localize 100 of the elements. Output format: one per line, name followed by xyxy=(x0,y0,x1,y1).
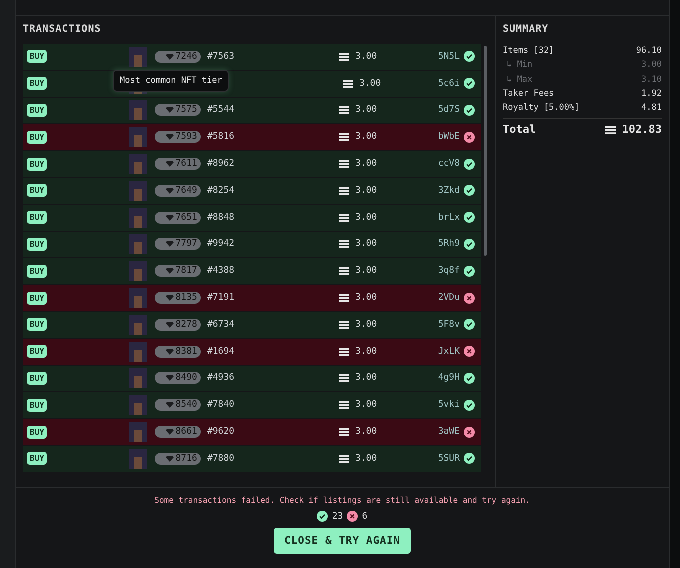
signature-link[interactable]: 5SUR xyxy=(438,454,460,464)
signature-link[interactable]: 5d7S xyxy=(438,105,460,116)
buy-tag: BUY xyxy=(27,345,48,358)
nft-thumbnail xyxy=(129,154,148,174)
nft-thumbnail xyxy=(129,314,148,335)
coin-icon xyxy=(339,106,350,114)
buy-tag: BUY xyxy=(27,452,48,466)
check-icon xyxy=(317,511,328,522)
summary-value: 96.10 xyxy=(636,46,662,56)
rank-pill: 8490 xyxy=(155,372,202,384)
gem-icon xyxy=(166,241,174,248)
summary-label: Royalty [5.00%] xyxy=(503,103,580,114)
coin-icon xyxy=(339,320,350,329)
rank-pill: 8278 xyxy=(155,318,202,331)
rank-pill: 7611 xyxy=(155,158,202,170)
nft-thumbnail xyxy=(129,368,148,388)
nft-thumbnail xyxy=(129,46,148,67)
gem-icon xyxy=(166,322,174,328)
mint-number: #5544 xyxy=(207,105,236,116)
mint-number: #1694 xyxy=(207,346,236,357)
nft-thumbnail xyxy=(129,100,148,120)
price: 3.00 xyxy=(339,346,378,357)
buy-tag: BUY xyxy=(27,184,48,198)
buy-tag: BUY xyxy=(27,318,48,332)
signature-link[interactable]: 5Rh9 xyxy=(438,239,460,250)
signature-link[interactable]: 3aWE xyxy=(438,427,460,438)
rank-pill: 8540 xyxy=(155,399,202,412)
buy-tag: BUY xyxy=(27,398,48,412)
buy-tag: BUY xyxy=(27,372,48,385)
mint-number: #9942 xyxy=(207,239,236,250)
mint-number: #7840 xyxy=(207,400,236,410)
gem-icon xyxy=(166,295,174,302)
nft-thumbnail xyxy=(129,448,148,469)
signature-link[interactable]: 4g9H xyxy=(438,373,460,384)
signature-link[interactable]: JxLK xyxy=(438,346,460,357)
signature-link[interactable]: 3Zkd xyxy=(438,186,460,196)
buy-tag: BUY xyxy=(27,292,48,305)
signature-link[interactable]: 5F8v xyxy=(438,320,460,330)
price: 3.00 xyxy=(339,293,378,304)
gem-icon xyxy=(166,456,174,462)
signature-link[interactable]: brLx xyxy=(438,212,460,223)
total-label: Total xyxy=(503,123,536,136)
signature-link[interactable]: 5vki xyxy=(438,400,460,410)
coin-icon xyxy=(339,214,350,222)
cross-icon xyxy=(347,511,358,522)
buy-tag: BUY xyxy=(27,50,48,64)
buy-tag: BUY xyxy=(27,264,48,278)
rank-pill: 8381 xyxy=(155,346,202,358)
nft-thumbnail xyxy=(129,422,148,442)
gem-icon xyxy=(166,188,174,194)
signature-link[interactable]: ccV8 xyxy=(438,159,460,170)
mint-number: #6734 xyxy=(207,320,236,330)
mint-number: #4936 xyxy=(207,373,236,384)
signature-link[interactable]: 2VDu xyxy=(438,293,460,304)
price: 3.00 xyxy=(339,239,378,250)
price: 3.00 xyxy=(339,373,378,384)
gem-icon xyxy=(166,429,174,436)
buy-tag: BUY xyxy=(27,104,48,117)
mint-number: #8962 xyxy=(207,159,236,170)
gem-icon xyxy=(166,348,174,355)
coin-icon xyxy=(339,428,350,436)
rank-pill: 8661 xyxy=(155,426,202,438)
coin-icon xyxy=(339,374,350,382)
rank-pill: 7575 xyxy=(155,104,202,116)
summary-label: ↳ Min xyxy=(507,60,533,70)
price: 3.00 xyxy=(339,400,378,410)
price: 3.00 xyxy=(343,78,382,89)
buy-tag: BUY xyxy=(27,211,48,224)
coin-icon xyxy=(339,348,350,356)
nft-thumbnail xyxy=(129,288,148,308)
section-title: SUMMARY xyxy=(503,24,550,37)
coin-icon xyxy=(339,240,350,248)
signature-link[interactable]: bWbE xyxy=(438,132,460,142)
gem-icon xyxy=(166,161,174,168)
rank-pill: 8716 xyxy=(155,452,202,465)
price: 3.00 xyxy=(339,266,378,276)
gem-icon xyxy=(166,107,174,114)
signature-link[interactable]: 5c6i xyxy=(438,78,460,89)
rank-pill: 7651 xyxy=(155,212,202,224)
coin-icon xyxy=(339,454,350,463)
signature-link[interactable]: 3q8f xyxy=(438,266,460,276)
mint-number: #7191 xyxy=(207,293,236,304)
tooltip: Most common NFT tier xyxy=(113,70,230,92)
signature-link[interactable]: 5N5L xyxy=(438,52,460,62)
buy-tag: BUY xyxy=(27,130,48,144)
price: 3.00 xyxy=(339,427,378,438)
nft-thumbnail xyxy=(129,342,148,362)
close-try-again-button[interactable]: CLOSE & TRY AGAIN xyxy=(274,528,412,554)
price: 3.00 xyxy=(339,454,378,464)
price: 3.00 xyxy=(339,186,378,196)
nft-thumbnail xyxy=(129,234,148,254)
coin-icon xyxy=(343,80,354,88)
gem-icon xyxy=(166,268,174,274)
scrollbar[interactable] xyxy=(484,46,487,256)
buy-tag: BUY xyxy=(27,426,48,439)
rank-pill: 7593 xyxy=(155,131,202,144)
mint-number: #4388 xyxy=(207,266,236,276)
error-message: Some transactions failed. Check if listings are still available and try again. xyxy=(154,496,530,505)
rank-pill: 8135 xyxy=(155,292,202,304)
coin-icon xyxy=(339,133,350,142)
